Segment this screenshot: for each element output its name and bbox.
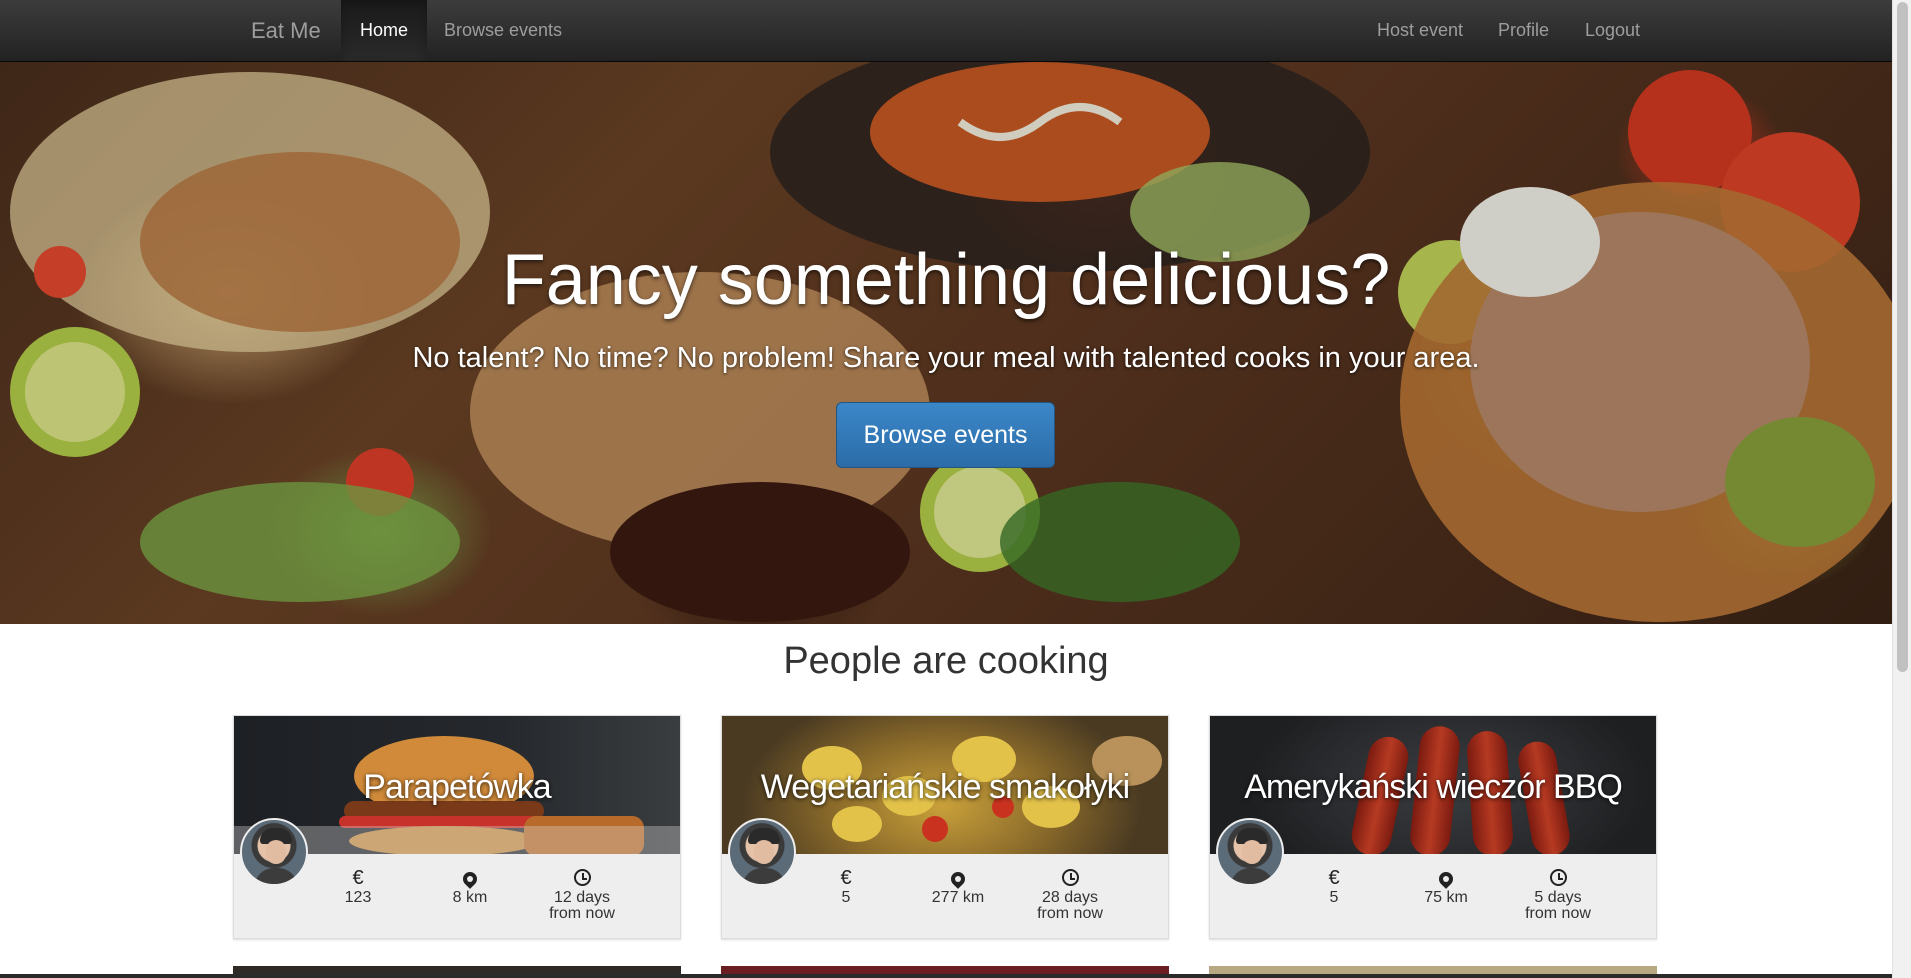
event-distance: 75 km: [1401, 868, 1491, 906]
top-navbar: Eat Me Home Browse events Host event Pro…: [0, 0, 1892, 62]
alarm-clock-icon: [1025, 868, 1115, 890]
euro-icon: €: [1328, 867, 1340, 889]
brand-link[interactable]: Eat Me: [251, 18, 321, 44]
vertical-scrollbar[interactable]: [1892, 0, 1911, 978]
event-time-value: 12 days: [553, 889, 611, 906]
event-price: € 123: [313, 868, 403, 906]
event-distance-value: 8 km: [452, 889, 488, 906]
event-title: Amerykański wieczór BBQ: [1244, 768, 1623, 806]
event-time: 5 days from now: [1513, 868, 1603, 922]
nav-profile[interactable]: Profile: [1479, 0, 1568, 61]
event-price-value: 123: [344, 889, 372, 906]
event-price-value: 5: [1329, 889, 1339, 906]
event-card[interactable]: Wegetariańskie smakołyki € 5 277 km 28 d…: [721, 715, 1169, 939]
scrollbar-thumb[interactable]: [1897, 2, 1908, 672]
map-marker-icon: [1401, 868, 1491, 890]
event-title: Parapetówka: [363, 768, 551, 806]
alarm-clock-icon: [1513, 868, 1603, 890]
event-title: Wegetariańskie smakołyki: [760, 768, 1130, 806]
event-time: 28 days from now: [1025, 868, 1115, 922]
event-time-value: 5 days: [1534, 889, 1582, 906]
host-avatar[interactable]: [728, 818, 796, 886]
nav-browse-events[interactable]: Browse events: [425, 0, 581, 61]
event-time-suffix: from now: [1037, 905, 1103, 922]
nav-home[interactable]: Home: [341, 0, 428, 61]
hero-subtitle: No talent? No time? No problem! Share yo…: [412, 342, 1480, 374]
host-avatar[interactable]: [240, 818, 308, 886]
event-card[interactable]: Amerykański wieczór BBQ € 5 75 km 5 days…: [1209, 715, 1657, 939]
event-distance: 277 km: [913, 868, 1003, 906]
nav-host-event[interactable]: Host event: [1358, 0, 1482, 61]
euro-icon: €: [352, 867, 364, 889]
event-distance: 8 km: [425, 868, 515, 906]
event-time-suffix: from now: [549, 905, 615, 922]
event-time: 12 days from now: [537, 868, 627, 922]
event-price: € 5: [1289, 868, 1379, 906]
map-marker-icon: [425, 868, 515, 890]
window-bottom-edge: [0, 974, 1892, 978]
event-time-value: 28 days: [1041, 889, 1099, 906]
euro-icon: €: [840, 867, 852, 889]
hero-title: Fancy something delicious?: [501, 240, 1391, 320]
event-distance-value: 75 km: [1424, 889, 1468, 906]
event-time-suffix: from now: [1525, 905, 1591, 922]
section-title: People are cooking: [783, 640, 1109, 682]
event-distance-value: 277 km: [931, 889, 985, 906]
hero-banner: Fancy something delicious? No talent? No…: [0, 62, 1892, 624]
map-marker-icon: [913, 868, 1003, 890]
event-price-value: 5: [841, 889, 851, 906]
nav-logout[interactable]: Logout: [1566, 0, 1659, 61]
event-card[interactable]: Parapetówka € 123 8 km 12 days from now: [233, 715, 681, 939]
event-price: € 5: [801, 868, 891, 906]
browse-events-button[interactable]: Browse events: [836, 402, 1055, 468]
alarm-clock-icon: [537, 868, 627, 890]
host-avatar[interactable]: [1216, 818, 1284, 886]
